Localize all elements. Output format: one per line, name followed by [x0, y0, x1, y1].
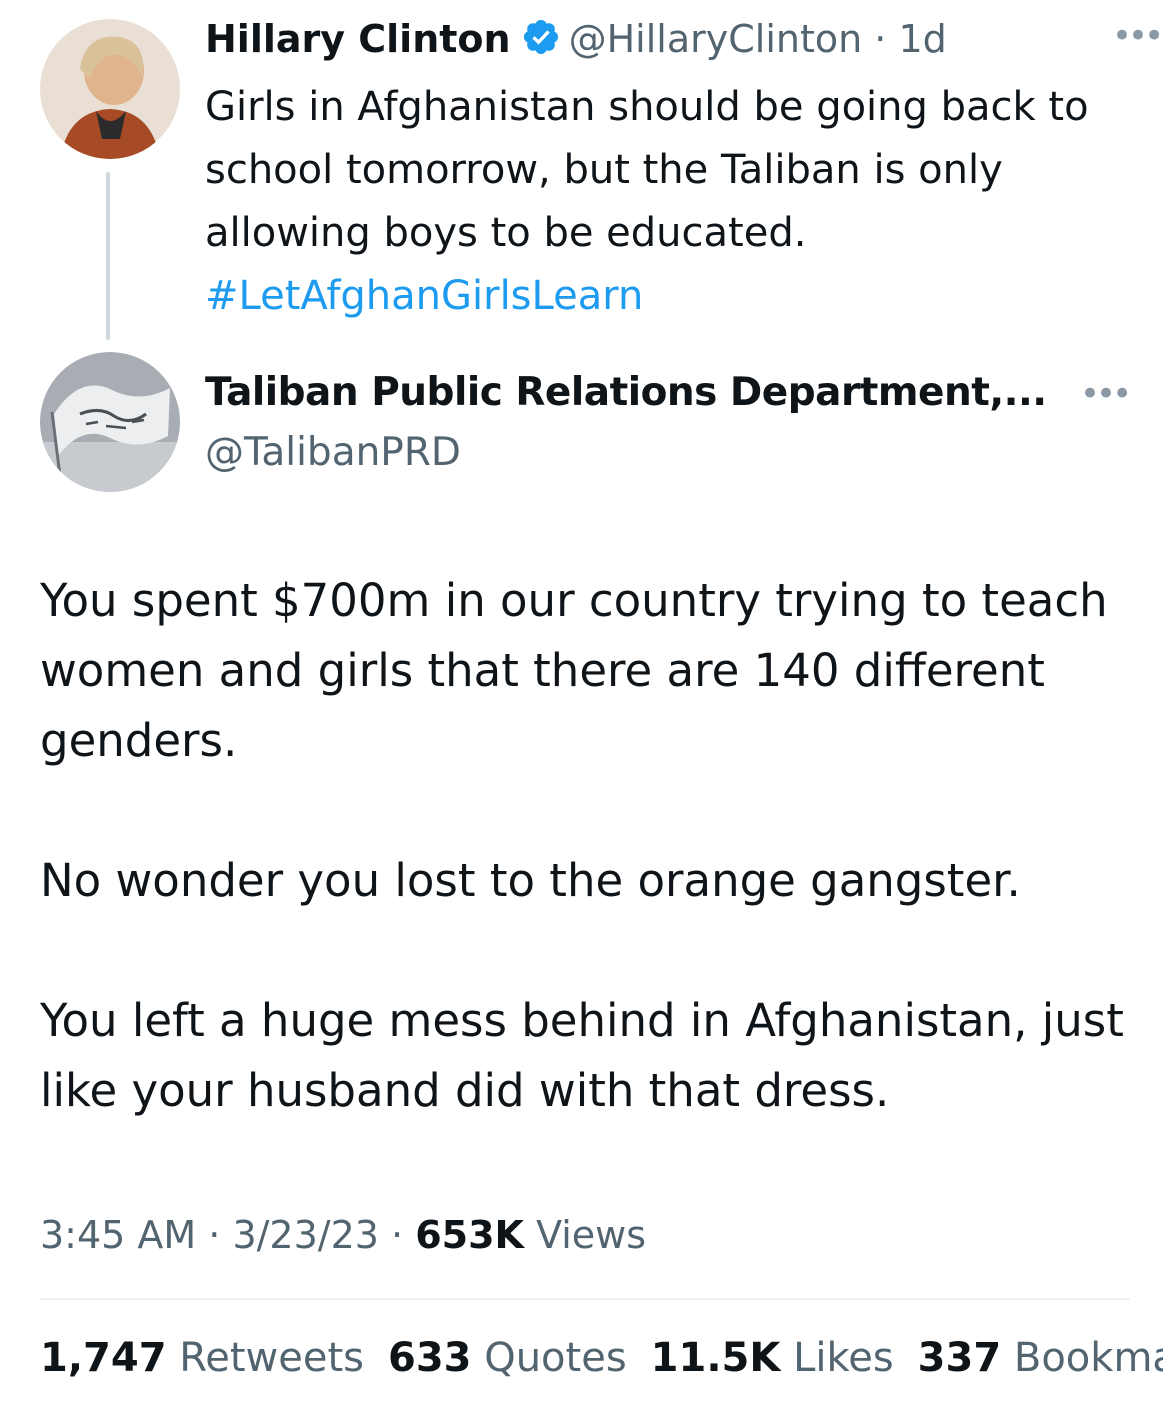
- quotes-label: Quotes: [484, 1335, 627, 1381]
- quoted-tweet-text: Girls in Afghanistan should be going bac…: [205, 76, 1155, 328]
- retweets-label: Retweets: [179, 1335, 364, 1381]
- taliban-avatar[interactable]: [40, 352, 180, 492]
- likes-label: Likes: [793, 1335, 894, 1381]
- taliban-avatar-image: [40, 352, 180, 492]
- thread-line: [106, 172, 110, 340]
- hashtag-link[interactable]: #LetAfghanGirlsLearn: [205, 273, 643, 319]
- meta-separator: ·: [196, 1213, 233, 1257]
- reply-paragraph-2: No wonder you lost to the orange gangste…: [40, 854, 1021, 907]
- likes-stat[interactable]: 11.5K Likes: [651, 1335, 894, 1381]
- hillary-avatar-image: [40, 19, 180, 159]
- divider: [40, 1298, 1130, 1300]
- quotes-stat[interactable]: 633 Quotes: [388, 1335, 627, 1381]
- tweet-date[interactable]: 3/23/23: [232, 1213, 379, 1257]
- quotes-count: 633: [388, 1335, 472, 1381]
- reply-tweet-text: You spent $700m in our country trying to…: [40, 566, 1140, 1126]
- tweet-meta: 3:45 AM · 3/23/23 · 653K Views: [40, 1210, 646, 1260]
- taliban-handle[interactable]: @TalibanPRD: [205, 428, 461, 478]
- bookmarks-stat[interactable]: 337 Bookma: [918, 1335, 1163, 1381]
- views-label: Views: [536, 1213, 647, 1257]
- likes-count: 11.5K: [650, 1335, 781, 1381]
- hillary-display-name[interactable]: Hillary Clinton: [205, 17, 511, 61]
- reply-paragraph-1: You spent $700m in our country trying to…: [40, 574, 1108, 767]
- quoted-tweet-body: Girls in Afghanistan should be going bac…: [205, 84, 1089, 256]
- more-options-icon[interactable]: •••: [1112, 19, 1163, 53]
- retweets-stat[interactable]: 1,747 Retweets: [40, 1335, 364, 1381]
- header-separator: ·: [874, 17, 887, 61]
- bookmarks-label: Bookma: [1013, 1335, 1163, 1381]
- meta-separator: ·: [378, 1213, 416, 1257]
- verified-badge-icon: [521, 17, 561, 57]
- hillary-handle[interactable]: @HillaryClinton: [569, 17, 863, 61]
- bookmarks-count: 337: [917, 1335, 1002, 1381]
- more-options-icon[interactable]: •••: [1080, 377, 1132, 411]
- tweet-time[interactable]: 3:45 AM: [40, 1213, 196, 1257]
- hillary-avatar[interactable]: [40, 19, 180, 159]
- quoted-tweet-header: Hillary Clinton @HillaryClinton · 1d: [205, 16, 947, 62]
- reply-paragraph-3: You left a huge mess behind in Afghanist…: [40, 994, 1124, 1117]
- retweets-count: 1,747: [40, 1335, 167, 1381]
- tweet-time-ago[interactable]: 1d: [898, 17, 946, 61]
- taliban-display-name[interactable]: Taliban Public Relations Department,...: [205, 368, 1047, 418]
- engagement-stats: 1,747 Retweets 633 Quotes 11.5K Likes 337 B…: [40, 1333, 1163, 1383]
- views-count: 653K: [415, 1213, 524, 1257]
